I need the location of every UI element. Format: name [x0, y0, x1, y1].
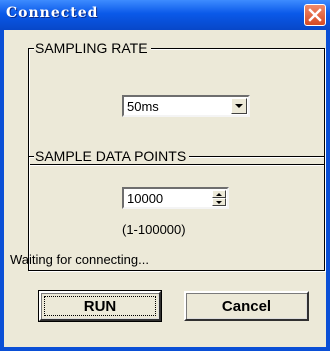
title-bar[interactable]: Connected [0, 0, 330, 30]
close-icon [308, 8, 322, 22]
sample-points-input[interactable]: 10000 [122, 187, 229, 209]
sample-data-points-label: SAMPLE DATA POINTS [34, 148, 190, 164]
sample-points-range: (1-100000) [122, 222, 186, 237]
sampling-rate-value: 50ms [127, 99, 159, 114]
spin-down-icon [216, 200, 222, 204]
spin-up-icon [216, 192, 222, 196]
run-button[interactable]: RUN [38, 290, 162, 322]
dropdown-button[interactable] [231, 98, 247, 114]
cancel-button[interactable]: Cancel [184, 291, 309, 321]
status-text: Waiting for connecting... [10, 252, 149, 267]
spin-buttons [212, 190, 226, 206]
sample-points-value: 10000 [127, 191, 164, 206]
close-button[interactable] [304, 4, 326, 26]
window-title: Connected [6, 5, 99, 21]
chevron-down-icon [235, 103, 243, 108]
focus-rect [44, 296, 156, 316]
dialog-body: SAMPLING RATE 50ms SAMPLE DATA POINTS 10… [4, 30, 326, 347]
dialog-window: Connected SAMPLING RATE 50ms SAMPLE DATA… [0, 0, 330, 351]
spin-up-button[interactable] [212, 190, 226, 198]
spin-down-button[interactable] [212, 198, 226, 206]
sampling-rate-label: SAMPLING RATE [34, 40, 151, 56]
cancel-button-label: Cancel [221, 297, 272, 315]
sampling-rate-select[interactable]: 50ms [122, 95, 250, 117]
